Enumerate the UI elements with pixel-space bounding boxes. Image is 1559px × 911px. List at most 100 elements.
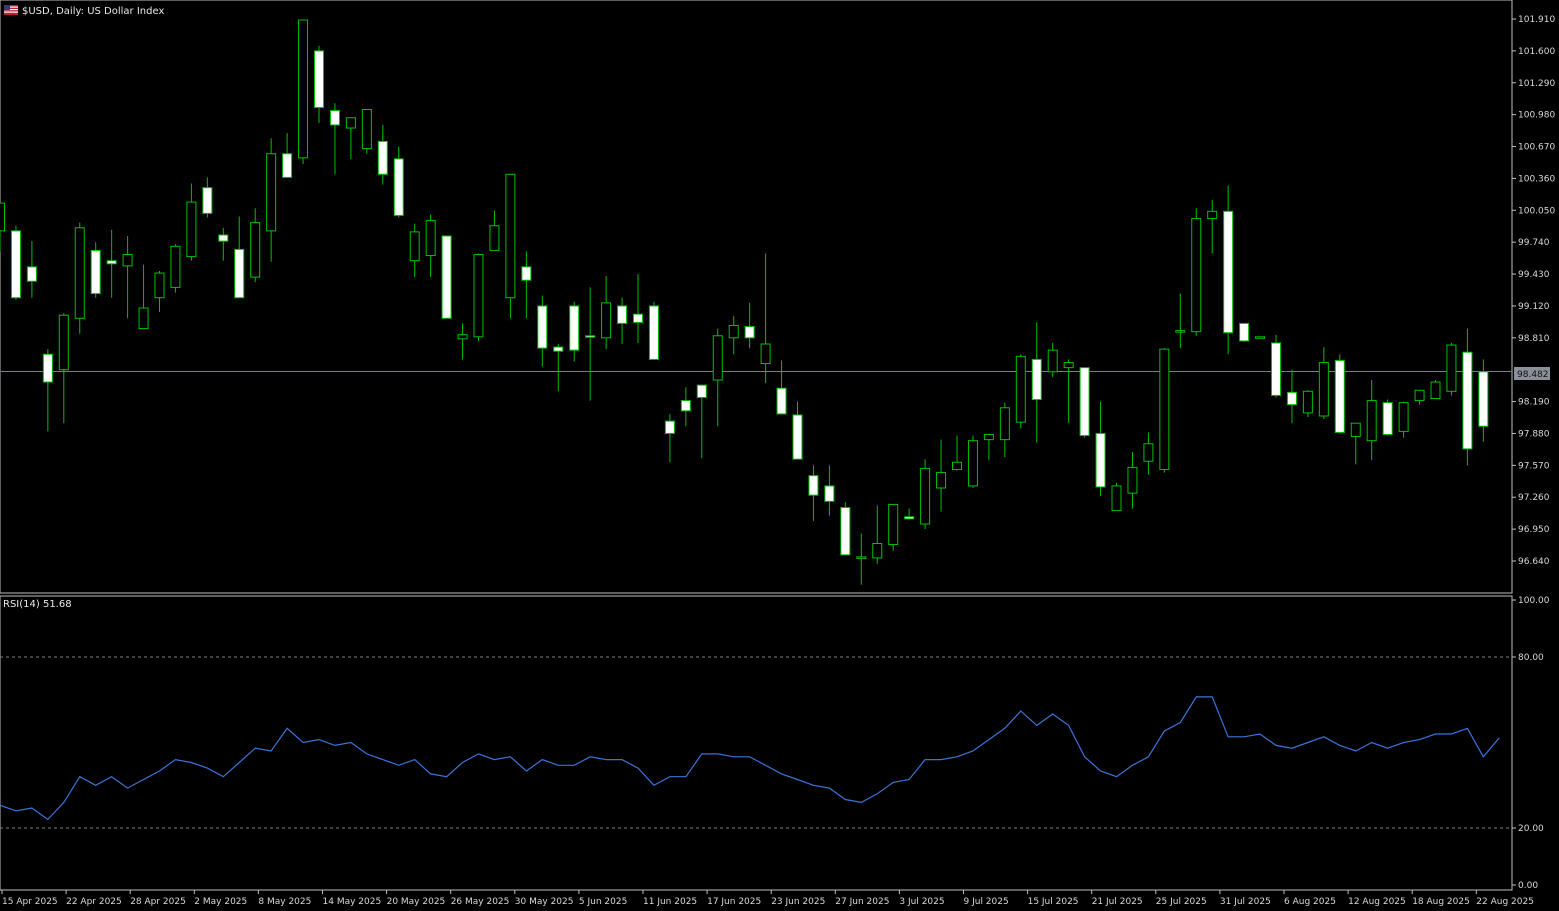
candle-body: [712, 335, 723, 381]
candle-body: [457, 334, 468, 340]
candle-body: [250, 222, 261, 278]
candle: [1015, 354, 1026, 429]
price-panel-frame: [0, 0, 1513, 594]
candle-body: [202, 187, 213, 214]
chart-header[interactable]: $USD, Daily: US Dollar Index: [4, 5, 164, 17]
price-tick-label: 97.570: [1518, 461, 1550, 471]
candle-body: [792, 414, 803, 460]
candle-body: [1366, 400, 1377, 442]
time-tick-label: 22 Apr 2025: [66, 897, 122, 907]
candle: [473, 253, 484, 341]
candle-body: [999, 407, 1010, 441]
candle-body: [1191, 218, 1202, 333]
time-tick-label: 12 Aug 2025: [1348, 897, 1406, 907]
candle: [298, 19, 309, 165]
time-tick-label: 27 Jun 2025: [835, 897, 889, 907]
candle-body: [298, 19, 309, 159]
candle: [1159, 348, 1170, 473]
candle-body: [90, 249, 101, 295]
time-tick-label: 28 Apr 2025: [130, 897, 186, 907]
candle-body: [904, 516, 915, 520]
time-tick-label: 26 May 2025: [451, 897, 510, 907]
candle: [10, 225, 21, 300]
candle: [441, 235, 452, 319]
time-tick-label: 31 Jul 2025: [1220, 897, 1271, 907]
candle-body: [824, 485, 835, 502]
price-tick-label: 100.980: [1518, 111, 1555, 121]
candle-body: [170, 245, 181, 288]
time-tick-label: 15 Jul 2025: [1028, 897, 1079, 907]
candle: [361, 109, 372, 154]
candle-body: [361, 109, 372, 150]
candle: [648, 301, 659, 360]
candle-body: [1271, 342, 1281, 396]
price-tick-label: 100.050: [1518, 206, 1555, 216]
candle-body: [1111, 485, 1122, 512]
candle: [840, 502, 851, 556]
rsi-title: RSI(14) 51.68: [3, 599, 72, 610]
price-tick-label: 97.260: [1518, 493, 1550, 503]
candle-body: [10, 230, 21, 299]
candle-body: [74, 227, 85, 319]
candle-body: [106, 260, 117, 265]
candle-body: [1079, 367, 1090, 437]
candle-body: [234, 248, 245, 299]
price-tick-label: 99.740: [1518, 238, 1550, 248]
candle-body: [1462, 351, 1473, 450]
candle-body: [888, 503, 899, 546]
rsi-tick-label: 100.00: [1518, 596, 1550, 606]
candle-body: [760, 343, 771, 365]
candle-body: [808, 475, 819, 496]
time-tick-label: 20 May 2025: [387, 897, 446, 907]
price-tick-label: 101.910: [1518, 15, 1555, 25]
candle-body: [1127, 466, 1138, 494]
candle-body: [521, 266, 532, 281]
candle-body: [345, 117, 356, 129]
candle-body: [1286, 391, 1297, 406]
us-flag-icon: [4, 5, 18, 15]
time-tick-label: 17 Jun 2025: [707, 897, 761, 907]
time-tick-label: 15 Apr 2025: [2, 897, 58, 907]
candle-body: [409, 231, 420, 262]
candle-body: [218, 234, 229, 242]
time-tick-label: 6 Aug 2025: [1284, 897, 1336, 907]
candle-body: [967, 440, 978, 487]
candle-body: [952, 461, 962, 470]
price-tick-label: 97.880: [1518, 429, 1550, 439]
candle: [1111, 482, 1122, 512]
candle-body: [585, 335, 596, 338]
price-tick-label: 101.290: [1518, 79, 1555, 89]
candle: [967, 435, 978, 488]
candle: [1223, 185, 1234, 355]
price-tick-label: 101.600: [1518, 47, 1555, 57]
candle-body: [1223, 210, 1234, 334]
candle-body: [377, 140, 388, 175]
candle-body: [1031, 358, 1042, 401]
time-tick-label: 21 Jul 2025: [1092, 897, 1143, 907]
candle-body: [744, 326, 755, 339]
candle: [1302, 390, 1313, 418]
candle-body: [473, 254, 484, 338]
candle: [1430, 379, 1441, 400]
current-price-tag: 98.482: [1514, 367, 1550, 380]
candle-body: [1095, 432, 1106, 488]
candle-body: [154, 272, 165, 299]
chart-area: 101.910 101.600 101.290 100.980 100.670 100.3…: [0, 0, 1555, 907]
candle-body: [1143, 443, 1154, 462]
time-tick-label: 18 Aug 2025: [1412, 897, 1470, 907]
time-tick-label: 11 Jun 2025: [643, 897, 697, 907]
time-tick-label: 5 Jun 2025: [579, 897, 627, 907]
candle-body: [1478, 371, 1489, 427]
candle-body: [122, 254, 133, 267]
candle: [90, 242, 101, 298]
candle-body: [0, 202, 5, 232]
rsi-tick-label: 80.00: [1518, 653, 1544, 663]
candle-body: [872, 543, 883, 559]
candle-body: [920, 467, 931, 525]
candle-body: [696, 384, 707, 398]
candle-body: [138, 307, 149, 330]
candle-body: [1175, 330, 1186, 333]
candle-body: [728, 324, 739, 339]
candle: [1446, 342, 1457, 396]
candle-body: [314, 50, 324, 108]
